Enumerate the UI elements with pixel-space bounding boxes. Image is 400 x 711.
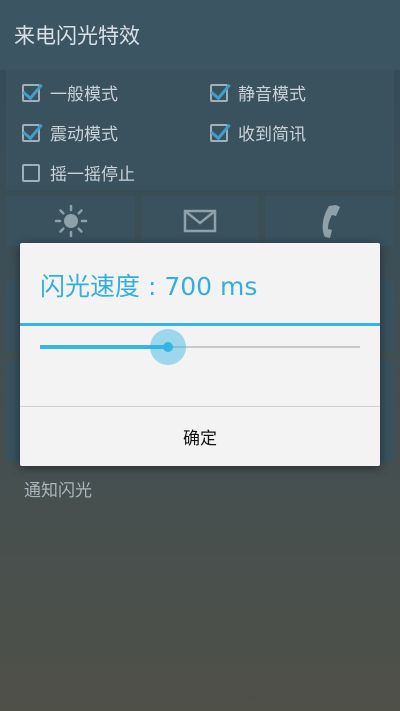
dialog-title: 闪光速度 : 700 ms xyxy=(40,272,258,301)
option-normal-mode[interactable]: 一般模式 xyxy=(22,80,118,105)
option-label: 收到简讯 xyxy=(238,125,306,145)
mail-icon xyxy=(183,208,217,234)
tile-phone[interactable] xyxy=(265,196,394,246)
options-panel: 一般模式 静音模式 震动模式 收到简讯 摇一摇停止 xyxy=(6,70,394,190)
option-label: 静音模式 xyxy=(238,85,306,105)
checkbox[interactable] xyxy=(22,123,40,142)
option-label: 摇一摇停止 xyxy=(50,165,135,185)
checkbox[interactable] xyxy=(22,83,40,102)
slider-thumb[interactable] xyxy=(163,342,173,352)
option-silent-mode[interactable]: 静音模式 xyxy=(210,80,306,105)
checkbox[interactable] xyxy=(210,83,228,102)
notify-flash-label: 通知闪光 xyxy=(24,481,92,501)
sun-icon xyxy=(54,204,88,238)
slider-track-fill xyxy=(40,345,168,349)
dialog-title-divider xyxy=(20,323,380,326)
action-bar: 来电闪光特效 xyxy=(0,0,400,70)
app-title: 来电闪光特效 xyxy=(14,24,140,48)
option-label: 一般模式 xyxy=(50,85,118,105)
ok-button[interactable]: 确定 xyxy=(20,407,380,466)
option-label: 震动模式 xyxy=(50,125,118,145)
option-vibrate-mode[interactable]: 震动模式 xyxy=(22,120,118,145)
tile-mail[interactable] xyxy=(142,196,258,246)
flash-speed-slider[interactable] xyxy=(40,329,360,373)
flash-speed-dialog: 闪光速度 : 700 ms 确定 xyxy=(20,243,380,466)
option-sms-received[interactable]: 收到简讯 xyxy=(210,120,306,145)
checkbox[interactable] xyxy=(210,123,228,142)
phone-icon xyxy=(316,203,344,239)
checkbox[interactable] xyxy=(22,163,40,182)
option-shake-to-stop[interactable]: 摇一摇停止 xyxy=(22,160,135,185)
tile-brightness[interactable] xyxy=(6,196,135,246)
